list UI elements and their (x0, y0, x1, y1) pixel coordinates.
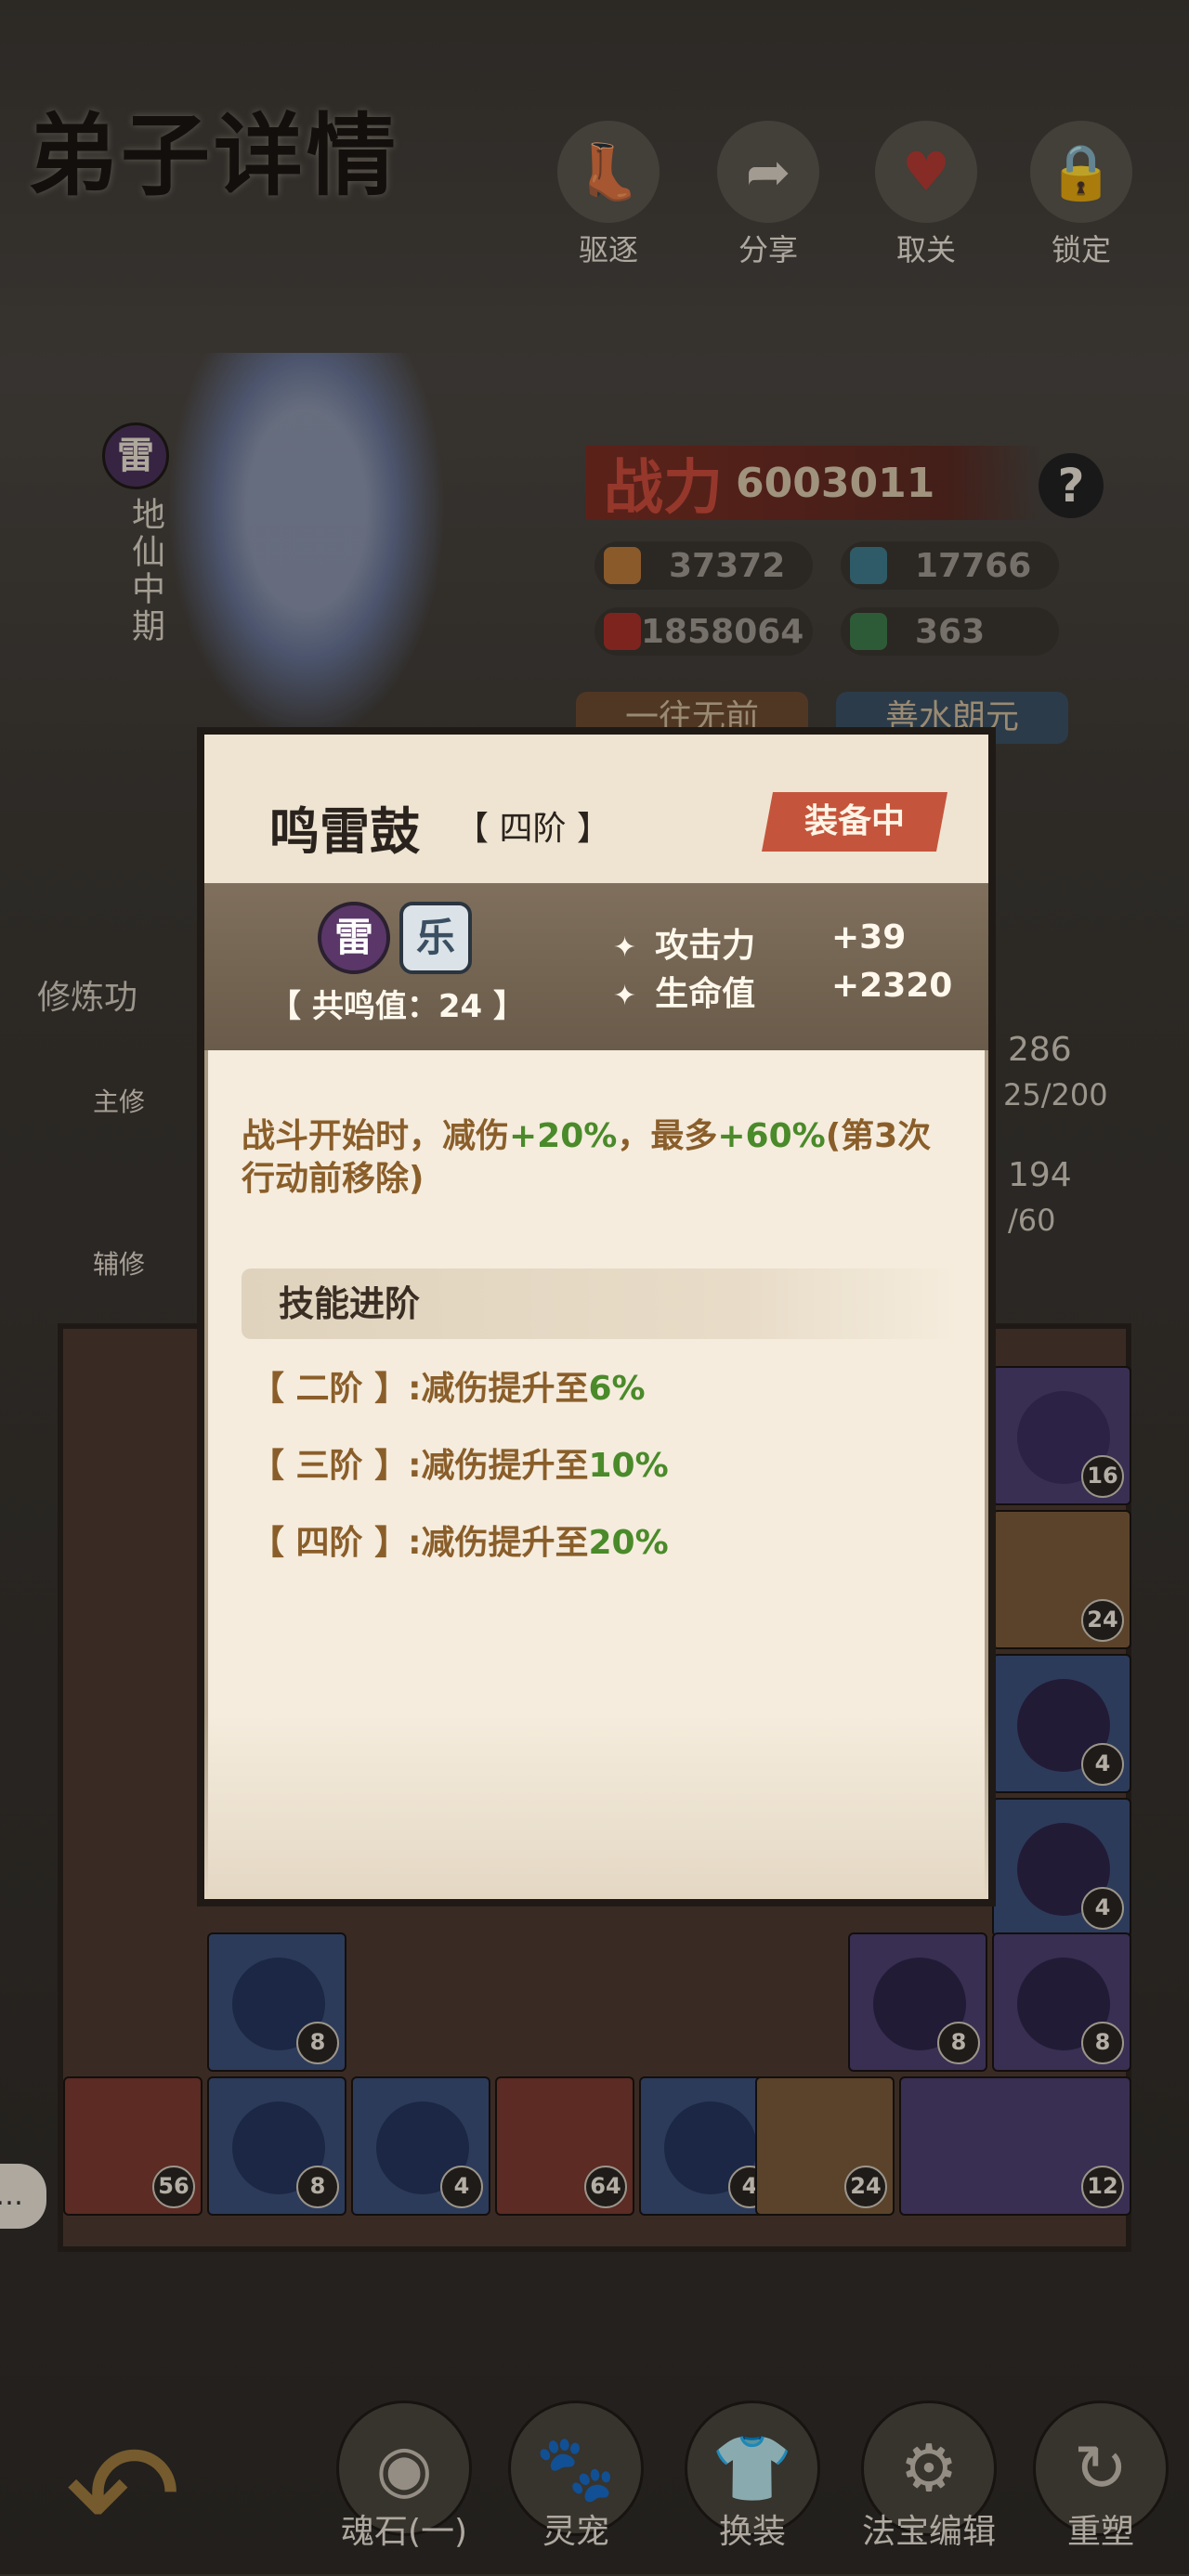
popup-footer-decoration (204, 1713, 988, 1899)
advance-text: 【 二阶 】:减伤提升至 (251, 1370, 589, 1408)
advance-text: 【 四阶 】:减伤提升至 (251, 1524, 589, 1562)
advance-value: 6% (588, 1370, 646, 1408)
attr-row-attack: ✦ 攻击力 +39 (613, 918, 906, 967)
advance-text: 【 三阶 】:减伤提升至 (251, 1447, 589, 1485)
sparkle-icon: ✦ (613, 931, 637, 964)
treasure-name: 鸣雷鼓 (269, 802, 420, 861)
music-element-icon: 乐 (399, 902, 472, 974)
advance-row: 【 三阶 】:减伤提升至10% (251, 1438, 669, 1487)
advance-value: 10% (588, 1447, 669, 1485)
treasure-tier: 【 四阶 】 (455, 810, 610, 848)
desc-text: ，最多 (617, 1117, 718, 1155)
advance-value: 20% (588, 1524, 669, 1562)
attr-name: 生命值 (655, 975, 756, 1013)
attr-name: 攻击力 (655, 927, 756, 965)
thunder-element-icon: 雷 (318, 902, 390, 974)
equipped-badge: 装备中 (762, 792, 947, 852)
attr-row-hp: ✦ 生命值 +2320 (613, 967, 952, 1015)
desc-value: +60% (717, 1117, 826, 1155)
sparkle-icon: ✦ (613, 980, 637, 1012)
attr-value: +2320 (831, 967, 953, 1005)
skill-advance-title: 技能进阶 (242, 1268, 957, 1339)
attribute-band: 雷 乐 【 共鸣值：24 】 ✦ 攻击力 +39 ✦ 生命值 +2320 (204, 883, 988, 1050)
skill-description: 战斗开始时，减伤+20%，最多+60%(第3次行动前移除) (242, 1115, 957, 1201)
treasure-detail-popup: 鸣雷鼓 【 四阶 】 装备中 雷 乐 【 共鸣值：24 】 ✦ 攻击力 +39 ✦… (197, 727, 996, 1906)
resonance-value: 【 共鸣值：24 】 (269, 988, 525, 1025)
desc-value: +20% (509, 1117, 618, 1155)
attr-value: +39 (831, 918, 907, 956)
advance-row: 【 二阶 】:减伤提升至6% (251, 1361, 646, 1410)
desc-text: 战斗开始时，减伤 (242, 1117, 510, 1155)
advance-row: 【 四阶 】:减伤提升至20% (251, 1516, 669, 1564)
